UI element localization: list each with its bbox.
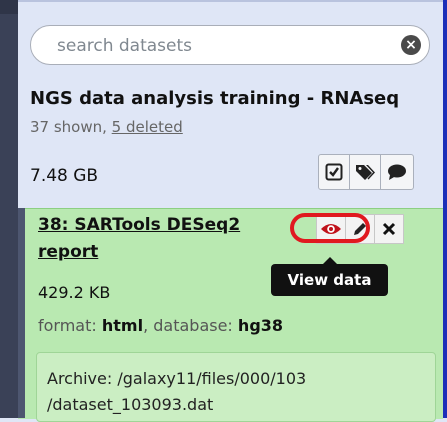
deleted-link[interactable]: 5 deleted (112, 118, 183, 136)
highlight-ring (290, 213, 370, 243)
shown-count: 37 shown, (30, 118, 112, 136)
database-label: database: (153, 316, 233, 335)
meta-separator: , (143, 316, 154, 335)
dataset-title[interactable]: 38: SARTools DESeq2 report (38, 212, 283, 266)
delete-button[interactable] (374, 214, 404, 244)
info-line-1: Archive: /galaxy11/files/000/103 (47, 369, 307, 388)
info-line-2: /dataset_103093.dat (47, 395, 214, 414)
check-square-icon (325, 163, 343, 181)
tags-icon (356, 165, 375, 180)
database-value: hg38 (237, 316, 284, 335)
panel-notch (0, 0, 18, 14)
search-input[interactable] (55, 34, 389, 58)
dataset-meta: format: html, database: hg38 (38, 316, 283, 335)
close-icon (382, 222, 396, 236)
clear-icon[interactable]: × (401, 35, 421, 55)
dataset-size: 429.2 KB (38, 283, 111, 302)
tags-button[interactable] (350, 155, 381, 189)
top-divider (18, 0, 443, 2)
format-label: format: (38, 316, 97, 335)
view-data-tooltip: View data (271, 257, 388, 296)
annotation-button[interactable] (381, 155, 413, 189)
right-scroll-edge (443, 0, 447, 418)
history-actions (318, 154, 414, 190)
dataset-info-box: Archive: /galaxy11/files/000/103 /datase… (36, 352, 436, 422)
history-name[interactable]: NGS data analysis training - RNAseq (30, 88, 430, 109)
left-panel-edge (0, 0, 18, 418)
comment-icon (388, 164, 406, 180)
search-box[interactable]: × (30, 25, 430, 65)
history-counts: 37 shown, 5 deleted (30, 118, 183, 136)
format-value: html (101, 316, 144, 335)
select-items-button[interactable] (319, 155, 350, 189)
dataset-state-bar (18, 208, 25, 418)
history-size: 7.48 GB (30, 166, 99, 186)
